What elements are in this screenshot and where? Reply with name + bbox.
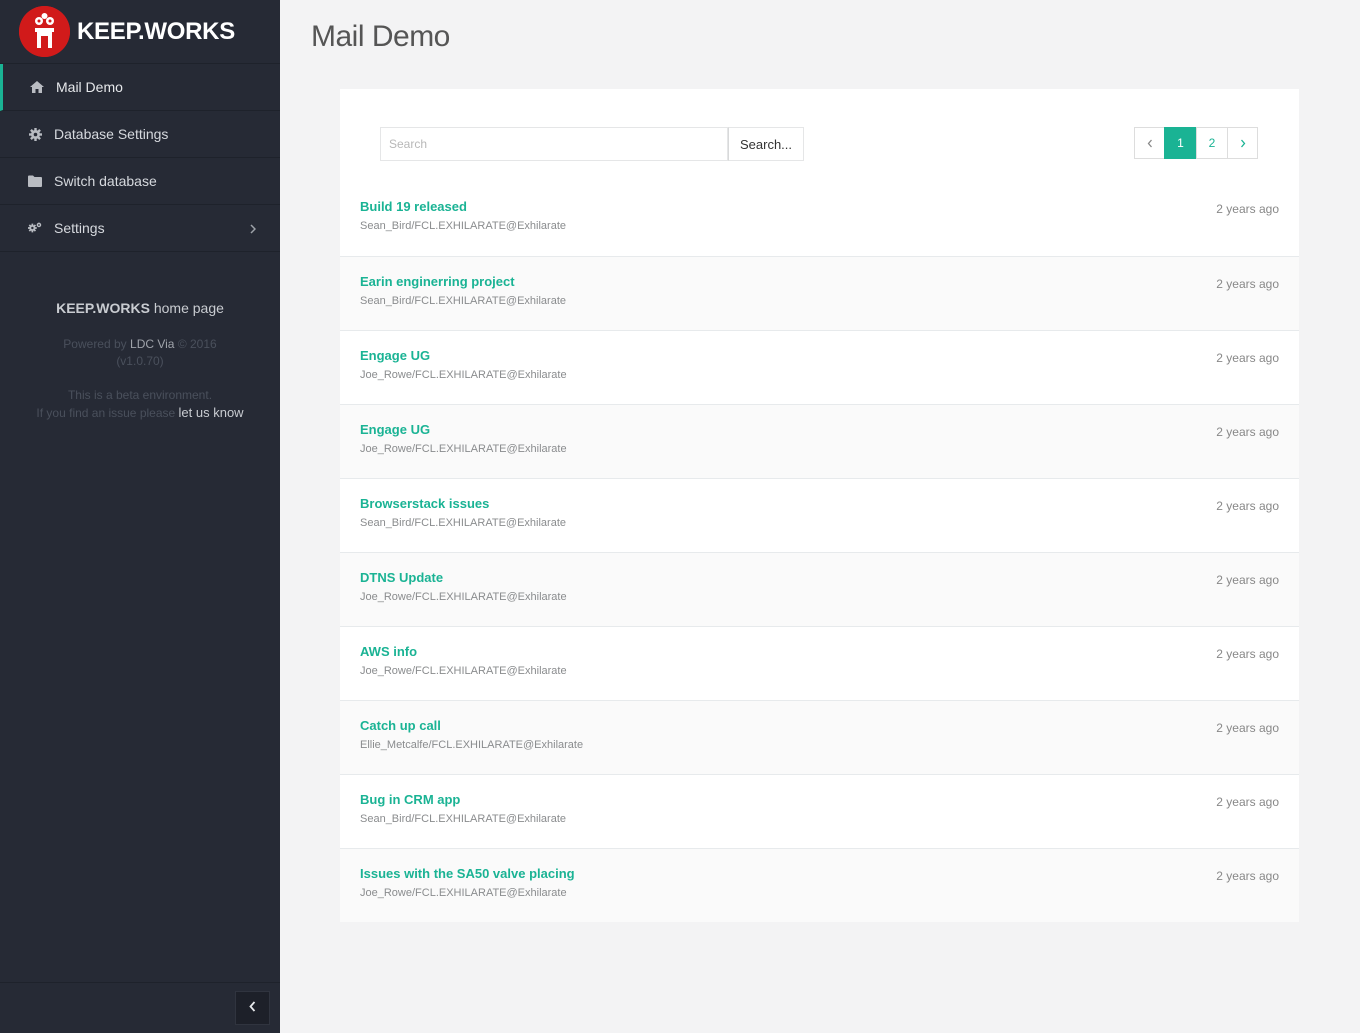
mail-sender: Joe_Rowe/FCL.EXHILARATE@Exhilarate (360, 369, 567, 381)
mail-subject-link[interactable]: Engage UG (360, 348, 430, 363)
sidebar-item-label: Mail Demo (56, 79, 123, 95)
gears-icon (28, 221, 42, 235)
mail-subject-link[interactable]: Issues with the SA50 valve placing (360, 866, 575, 881)
mail-time: 2 years ago (1216, 869, 1279, 883)
sidebar-info: KEEP.WORKS home page Powered by LDC Via … (0, 300, 280, 422)
mail-time: 2 years ago (1216, 277, 1279, 291)
mail-list: Build 19 released Sean_Bird/FCL.EXHILARA… (340, 182, 1299, 922)
version-text: (v1.0.70) (116, 354, 164, 368)
home-icon (30, 80, 44, 94)
mail-row[interactable]: Earin enginerring project Sean_Bird/FCL.… (340, 256, 1299, 330)
sidebar-item-settings[interactable]: Settings (0, 205, 280, 252)
mail-time: 2 years ago (1216, 202, 1279, 216)
mail-sender: Joe_Rowe/FCL.EXHILARATE@Exhilarate (360, 887, 567, 899)
copyright-text: © 2016 (177, 337, 217, 351)
mail-time: 2 years ago (1216, 425, 1279, 439)
mail-sender: Joe_Rowe/FCL.EXHILARATE@Exhilarate (360, 665, 567, 677)
sidebar-item-label: Switch database (54, 173, 157, 189)
mail-row[interactable]: Build 19 released Sean_Bird/FCL.EXHILARA… (340, 182, 1299, 256)
home-page-link[interactable]: KEEP.WORKS home page (0, 300, 280, 316)
chevron-left-icon (249, 999, 256, 1017)
gear-icon (28, 127, 42, 141)
pagination-next-button[interactable] (1227, 127, 1258, 159)
mail-subject-link[interactable]: Catch up call (360, 718, 441, 733)
mail-subject-link[interactable]: Earin enginerring project (360, 274, 515, 289)
pagination-prev-button[interactable] (1134, 127, 1165, 159)
mail-time: 2 years ago (1216, 647, 1279, 661)
pagination-page-2[interactable]: 2 (1196, 127, 1228, 159)
mail-sender: Joe_Rowe/FCL.EXHILARATE@Exhilarate (360, 443, 567, 455)
collapse-sidebar-button[interactable] (235, 991, 270, 1025)
mail-subject-link[interactable]: Bug in CRM app (360, 792, 460, 807)
home-link-text: home page (153, 300, 224, 316)
sidebar-item-switch-database[interactable]: Switch database (0, 158, 280, 205)
mail-subject-link[interactable]: DTNS Update (360, 570, 443, 585)
mail-sender: Sean_Bird/FCL.EXHILARATE@Exhilarate (360, 295, 566, 307)
sidebar-item-mail-demo[interactable]: Mail Demo (0, 64, 280, 111)
mail-time: 2 years ago (1216, 795, 1279, 809)
sidebar: KEEP.WORKS Mail Demo Database Settings S… (0, 0, 280, 1033)
sidebar-item-database-settings[interactable]: Database Settings (0, 111, 280, 158)
home-link-bold: KEEP.WORKS (56, 300, 150, 316)
page-title: Mail Demo (311, 20, 450, 53)
chevron-right-icon (250, 221, 257, 237)
mail-row[interactable]: Issues with the SA50 valve placing Joe_R… (340, 848, 1299, 922)
mail-row[interactable]: Catch up call Ellie_Metcalfe/FCL.EXHILAR… (340, 700, 1299, 774)
powered-prefix: Powered by (63, 337, 127, 351)
search-bar: Search... (380, 127, 804, 161)
pagination: 1 2 (1134, 127, 1258, 159)
mail-row[interactable]: Browserstack issues Sean_Bird/FCL.EXHILA… (340, 478, 1299, 552)
brand-name: KEEP.WORKS (77, 17, 235, 45)
mail-time: 2 years ago (1216, 573, 1279, 587)
mail-sender: Joe_Rowe/FCL.EXHILARATE@Exhilarate (360, 591, 567, 603)
mail-row[interactable]: Bug in CRM app Sean_Bird/FCL.EXHILARATE@… (340, 774, 1299, 848)
mail-time: 2 years ago (1216, 721, 1279, 735)
mail-subject-link[interactable]: Browserstack issues (360, 496, 489, 511)
mail-subject-link[interactable]: Engage UG (360, 422, 430, 437)
mail-time: 2 years ago (1216, 351, 1279, 365)
mail-subject-link[interactable]: AWS info (360, 644, 417, 659)
beta-line: This is a beta environment. (67, 388, 213, 402)
search-button[interactable]: Search... (728, 127, 804, 161)
keepworks-logo-icon (19, 6, 70, 57)
mail-row[interactable]: AWS info Joe_Rowe/FCL.EXHILARATE@Exhilar… (340, 626, 1299, 700)
pagination-page-1[interactable]: 1 (1164, 127, 1197, 159)
issue-line: If you find an issue please (36, 406, 176, 420)
folder-icon (28, 174, 42, 188)
sidebar-item-label: Settings (54, 220, 105, 236)
mail-row[interactable]: Engage UG Joe_Rowe/FCL.EXHILARATE@Exhila… (340, 404, 1299, 478)
beta-notice: This is a beta environment. If you find … (0, 386, 280, 422)
ldc-via-link[interactable]: LDC Via (130, 337, 174, 351)
mail-time: 2 years ago (1216, 499, 1279, 513)
powered-by: Powered by LDC Via © 2016 (v1.0.70) (0, 336, 280, 370)
mail-sender: Ellie_Metcalfe/FCL.EXHILARATE@Exhilarate (360, 739, 584, 751)
mail-sender: Sean_Bird/FCL.EXHILARATE@Exhilarate (360, 517, 566, 529)
mail-sender: Sean_Bird/FCL.EXHILARATE@Exhilarate (360, 220, 566, 232)
mail-row[interactable]: DTNS Update Joe_Rowe/FCL.EXHILARATE@Exhi… (340, 552, 1299, 626)
mail-sender: Sean_Bird/FCL.EXHILARATE@Exhilarate (360, 813, 566, 825)
mail-panel: Search... 1 2 Build 19 released Sean_Bir… (340, 89, 1299, 922)
mail-subject-link[interactable]: Build 19 released (360, 199, 467, 214)
brand[interactable]: KEEP.WORKS (0, 0, 280, 64)
search-input[interactable] (380, 127, 728, 161)
mail-row[interactable]: Engage UG Joe_Rowe/FCL.EXHILARATE@Exhila… (340, 330, 1299, 404)
sidebar-footer (0, 982, 280, 1033)
sidebar-item-label: Database Settings (54, 126, 169, 142)
let-us-know-link[interactable]: let us know (179, 405, 244, 420)
